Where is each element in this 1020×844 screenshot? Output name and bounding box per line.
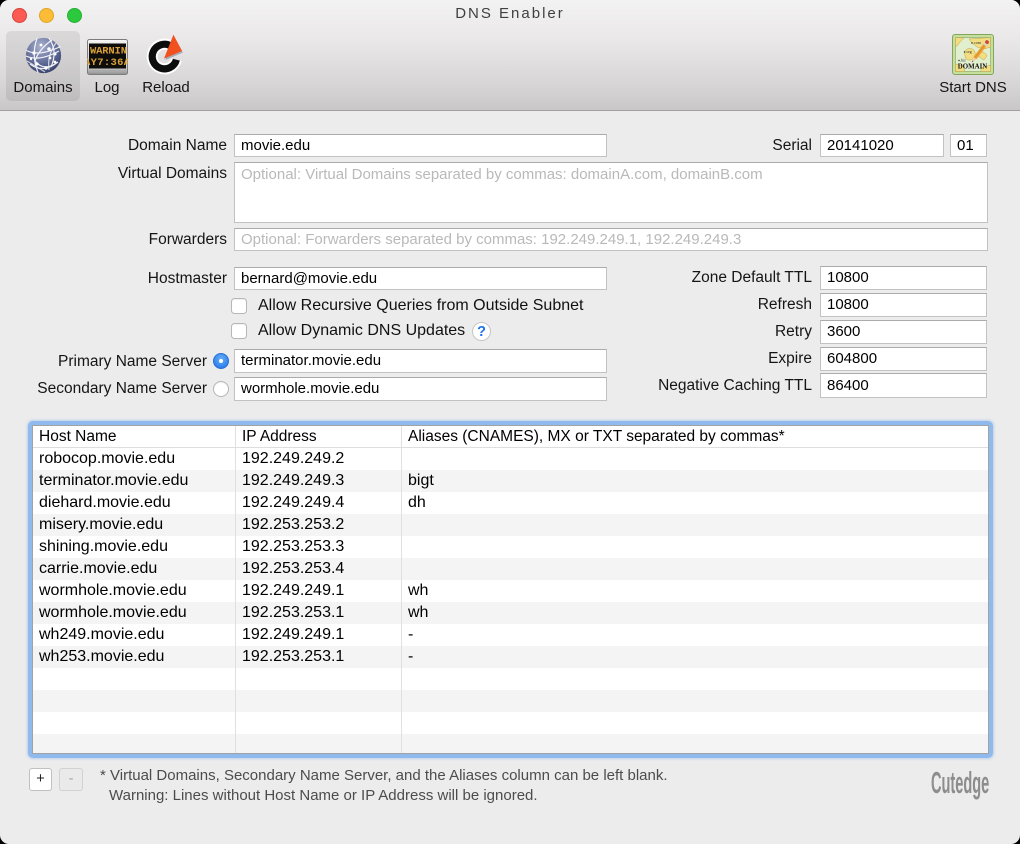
svg-text:DOMAIN: DOMAIN — [958, 64, 987, 71]
svg-text:WARNIN: WARNIN — [90, 46, 127, 58]
svg-text:.org: .org — [966, 49, 972, 54]
svg-text:AY7:36A: AY7:36A — [87, 57, 128, 69]
svg-text:.biz: .biz — [960, 58, 966, 63]
svg-text:.com: .com — [973, 40, 982, 45]
